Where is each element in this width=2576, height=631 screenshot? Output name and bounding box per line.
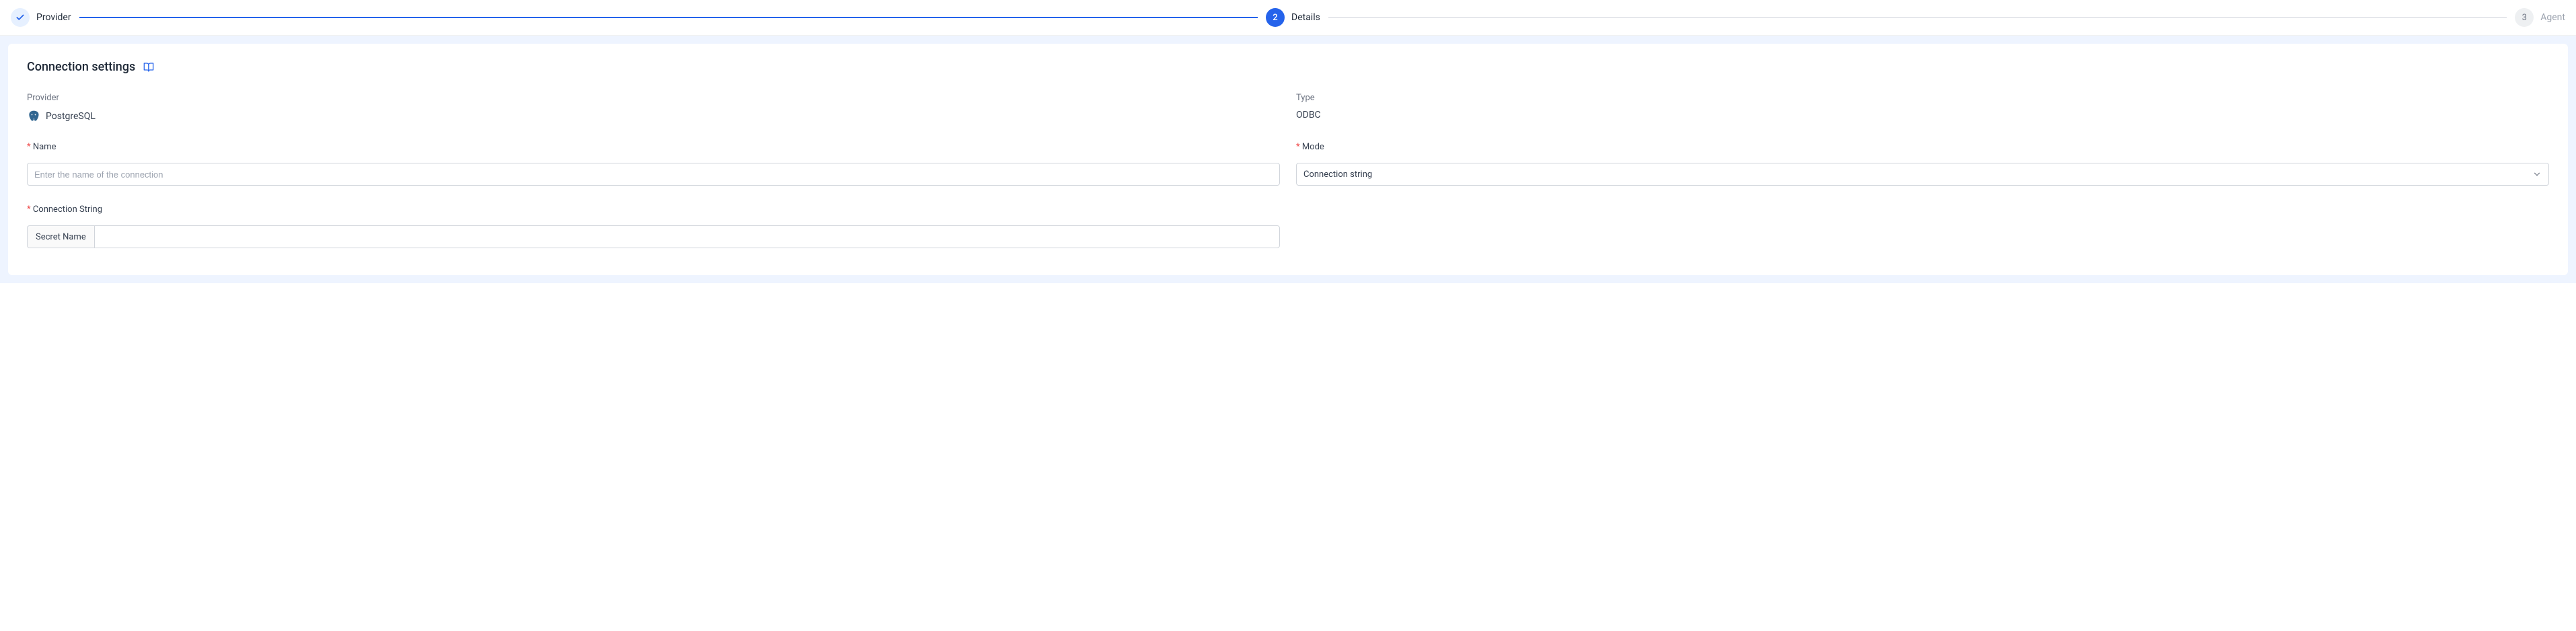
provider-value: PostgreSQL [27, 110, 1280, 123]
name-label: Name [27, 142, 1280, 152]
type-value: ODBC [1296, 110, 2549, 120]
wizard-stepper: Provider 2 Details 3 Agent [0, 0, 2576, 36]
step-provider[interactable]: Provider [11, 8, 71, 27]
step-details[interactable]: 2 Details [1266, 8, 1320, 27]
chevron-down-icon [2532, 170, 2542, 179]
connection-string-form-group: Connection String Secret Name [27, 205, 1280, 248]
postgresql-icon [27, 110, 40, 123]
secret-name-prefix: Secret Name [27, 225, 94, 248]
provider-label: Provider [27, 93, 1280, 103]
step-label: Agent [2540, 12, 2565, 23]
panel-header: Connection settings [27, 60, 2549, 74]
mode-select[interactable]: Connection string [1296, 163, 2549, 186]
type-field: Type ODBC [1296, 93, 2549, 123]
step-connector [79, 17, 1258, 18]
provider-field: Provider PostgreSQL [27, 93, 1280, 123]
check-icon [11, 8, 30, 27]
provider-name: PostgreSQL [46, 111, 96, 122]
mode-form-group: Mode Connection string [1296, 142, 2549, 186]
connection-string-label: Connection String [27, 205, 1280, 215]
step-label: Details [1291, 12, 1320, 23]
connection-string-input-group: Secret Name [27, 225, 1280, 248]
step-number: 3 [2515, 8, 2534, 27]
step-number: 2 [1266, 8, 1285, 27]
connection-settings-panel: Connection settings Provider PostgreSQL … [8, 44, 2568, 275]
panel-title: Connection settings [27, 60, 135, 74]
step-connector [1328, 17, 2507, 18]
mode-selected-value: Connection string [1303, 170, 1372, 180]
step-agent[interactable]: 3 Agent [2515, 8, 2565, 27]
step-label: Provider [36, 12, 71, 23]
connection-name-input[interactable] [27, 163, 1280, 186]
page-background: Connection settings Provider PostgreSQL … [0, 36, 2576, 283]
connection-string-input[interactable] [94, 225, 1280, 248]
book-icon[interactable] [143, 62, 154, 73]
name-form-group: Name [27, 142, 1280, 186]
mode-label: Mode [1296, 142, 2549, 152]
type-label: Type [1296, 93, 2549, 103]
